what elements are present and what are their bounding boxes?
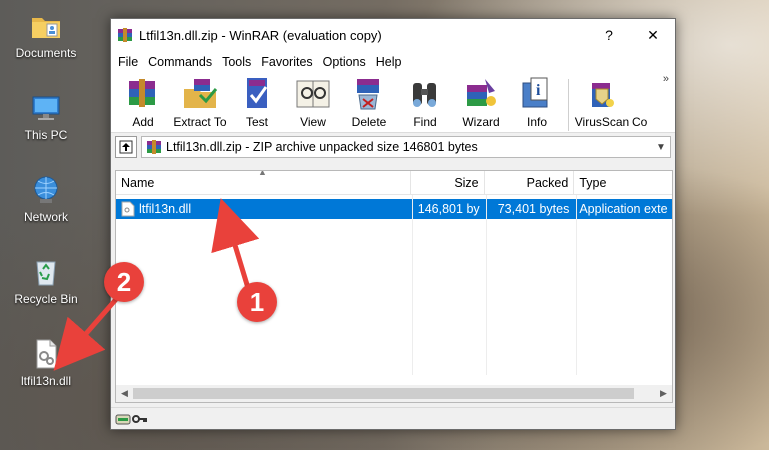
column-type[interactable]: Type <box>574 171 672 195</box>
up-folder-button[interactable] <box>115 136 137 158</box>
virusscan-icon <box>582 75 622 113</box>
scroll-thumb[interactable] <box>133 388 635 399</box>
archive-path-text: Ltfil13n.dll.zip - ZIP archive unpacked … <box>166 140 478 154</box>
desktop-icon-label: Recycle Bin <box>14 292 78 306</box>
desktop-icon-network[interactable]: Network <box>8 174 84 224</box>
toolbar-overflow-chevron[interactable]: » <box>663 73 669 85</box>
file-name: ltfil13n.dll <box>139 202 192 216</box>
documents-folder-icon <box>30 10 62 42</box>
desktop-icon-recycle-bin[interactable]: Recycle Bin <box>8 256 84 306</box>
computer-icon <box>30 92 62 124</box>
network-icon <box>30 174 62 206</box>
file-row-selected[interactable]: ltfil13n.dll 146,801 by 73,401 bytes App… <box>116 199 672 219</box>
desktop-icon-dll-file[interactable]: ltfil13n.dll <box>8 338 84 388</box>
view-button[interactable]: View <box>285 75 341 129</box>
menu-bar: File Commands Tools Favorites Options He… <box>111 51 675 73</box>
up-arrow-icon <box>119 140 133 154</box>
desktop-icon-label: Documents <box>15 46 77 60</box>
find-icon <box>405 75 445 113</box>
delete-button[interactable]: Delete <box>341 75 397 129</box>
view-icon <box>293 75 333 113</box>
file-name-cell: ltfil13n.dll <box>116 201 411 217</box>
winrar-app-icon <box>117 27 133 43</box>
file-type: Application exte <box>579 202 668 216</box>
archive-path-dropdown[interactable]: Ltfil13n.dll.zip - ZIP archive unpacked … <box>141 136 671 158</box>
archive-icon <box>147 140 161 154</box>
status-bar <box>111 407 675 429</box>
dll-file-icon <box>121 201 135 217</box>
test-icon <box>237 75 277 113</box>
column-divider <box>486 195 487 375</box>
add-button[interactable]: Add <box>115 75 171 129</box>
help-button[interactable]: ? <box>587 19 631 51</box>
comment-icon <box>632 75 662 113</box>
wizard-icon <box>461 75 501 113</box>
step-badge-1: 1 <box>237 282 277 322</box>
info-icon: i <box>517 75 557 113</box>
delete-icon <box>349 75 389 113</box>
toolbar-label: Wizard <box>462 115 500 129</box>
extract-icon <box>180 75 220 113</box>
desktop-icon-this-pc[interactable]: This PC <box>8 92 84 142</box>
column-size[interactable]: Size <box>411 171 485 195</box>
file-list: Name Size Packed Type ▲ ltfil13n.dll 146… <box>115 170 673 403</box>
test-button[interactable]: Test <box>229 75 285 129</box>
info-button[interactable]: i Info <box>509 75 565 129</box>
toolbar-label: Add <box>132 115 154 129</box>
comment-button[interactable]: Co <box>632 75 662 129</box>
column-divider <box>576 195 577 375</box>
toolbar-label: VirusScan <box>574 115 630 129</box>
add-icon <box>123 75 163 113</box>
drive-and-key-icon <box>115 414 147 424</box>
file-packed: 73,401 bytes <box>497 202 570 216</box>
menu-favorites[interactable]: Favorites <box>256 55 317 69</box>
scroll-track[interactable] <box>133 385 655 402</box>
menu-options[interactable]: Options <box>318 55 371 69</box>
menu-tools[interactable]: Tools <box>217 55 256 69</box>
menu-commands[interactable]: Commands <box>143 55 217 69</box>
horizontal-scrollbar[interactable]: ◀ ▶ <box>116 385 672 402</box>
toolbar-label: Co <box>632 115 648 129</box>
toolbar-label: Extract To <box>173 115 227 129</box>
toolbar-label: Test <box>245 115 268 129</box>
dll-file-icon <box>30 338 62 370</box>
desktop-icon-label: Network <box>23 210 68 224</box>
desktop-icon-label: This PC <box>24 128 68 142</box>
extract-to-button[interactable]: Extract To <box>171 75 229 129</box>
toolbar-label: Delete <box>351 115 387 129</box>
file-size: 146,801 by <box>417 202 480 216</box>
step-badge-2: 2 <box>104 262 144 302</box>
column-packed[interactable]: Packed <box>485 171 575 195</box>
menu-file[interactable]: File <box>113 55 143 69</box>
svg-text:i: i <box>536 82 541 99</box>
title-bar[interactable]: Ltfil13n.dll.zip - WinRAR (evaluation co… <box>111 19 675 51</box>
desktop-icon-documents[interactable]: Documents <box>8 10 84 60</box>
menu-help[interactable]: Help <box>371 55 407 69</box>
virusscan-button[interactable]: VirusScan <box>572 75 632 129</box>
scroll-right-arrow-icon[interactable]: ▶ <box>655 385 672 402</box>
window-title: Ltfil13n.dll.zip - WinRAR (evaluation co… <box>139 27 382 43</box>
scroll-left-arrow-icon[interactable]: ◀ <box>116 385 133 402</box>
column-headers: Name Size Packed Type ▲ <box>116 171 672 195</box>
desktop-icon-label: ltfil13n.dll <box>20 374 72 388</box>
column-divider <box>412 195 413 375</box>
chevron-down-icon[interactable]: ▼ <box>652 142 670 153</box>
close-button[interactable]: ✕ <box>631 19 675 51</box>
recycle-bin-icon <box>30 256 62 288</box>
winrar-window: Ltfil13n.dll.zip - WinRAR (evaluation co… <box>110 18 676 430</box>
toolbar-separator <box>568 79 569 131</box>
toolbar-label: Find <box>413 115 437 129</box>
sort-ascending-icon: ▲ <box>258 170 267 177</box>
address-bar: Ltfil13n.dll.zip - ZIP archive unpacked … <box>111 133 675 161</box>
toolbar-label: Info <box>526 115 547 129</box>
toolbar-label: View <box>300 115 326 129</box>
toolbar: Add Extract To Test View Delete Find Wiz… <box>111 73 675 133</box>
wizard-button[interactable]: Wizard <box>453 75 509 129</box>
find-button[interactable]: Find <box>397 75 453 129</box>
